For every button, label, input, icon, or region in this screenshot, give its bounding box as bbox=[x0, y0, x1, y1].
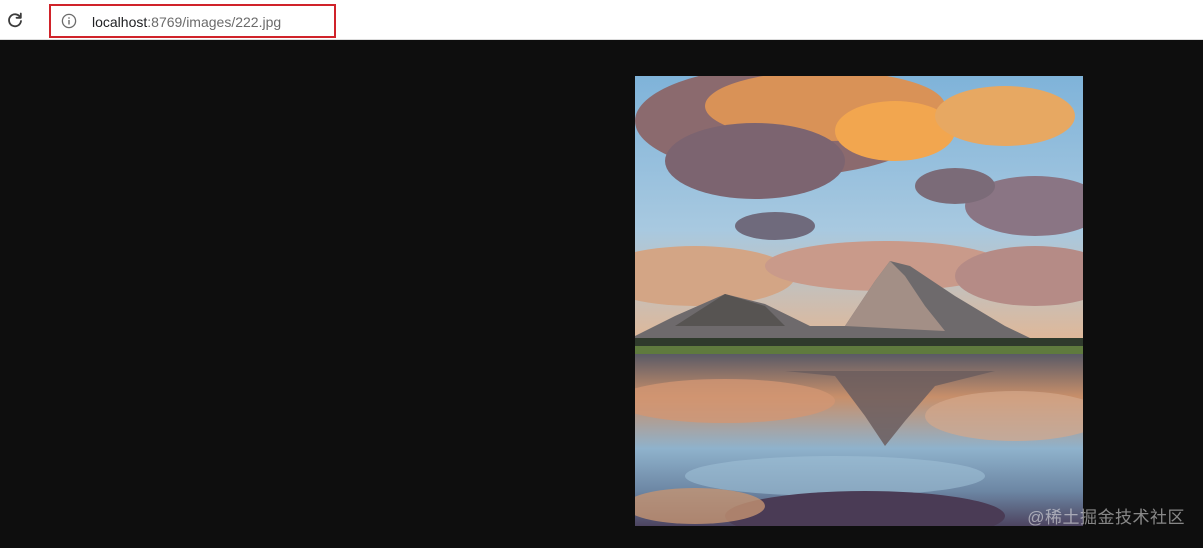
displayed-image[interactable] bbox=[635, 76, 1083, 526]
image-viewer-background: @稀土掘金技术社区 bbox=[0, 40, 1203, 548]
reload-button[interactable] bbox=[4, 9, 26, 31]
address-url[interactable]: localhost:8769/images/222.jpg bbox=[92, 14, 281, 30]
url-host: localhost bbox=[92, 14, 148, 30]
url-path: :8769/images/222.jpg bbox=[147, 14, 282, 30]
address-bar[interactable]: localhost:8769/images/222.jpg bbox=[49, 4, 336, 38]
browser-toolbar: localhost:8769/images/222.jpg bbox=[0, 0, 1203, 40]
watermark-text: @稀土掘金技术社区 bbox=[1027, 508, 1185, 527]
mountain-lake-image bbox=[635, 76, 1083, 526]
reload-icon bbox=[8, 12, 22, 28]
info-icon[interactable] bbox=[61, 13, 77, 29]
